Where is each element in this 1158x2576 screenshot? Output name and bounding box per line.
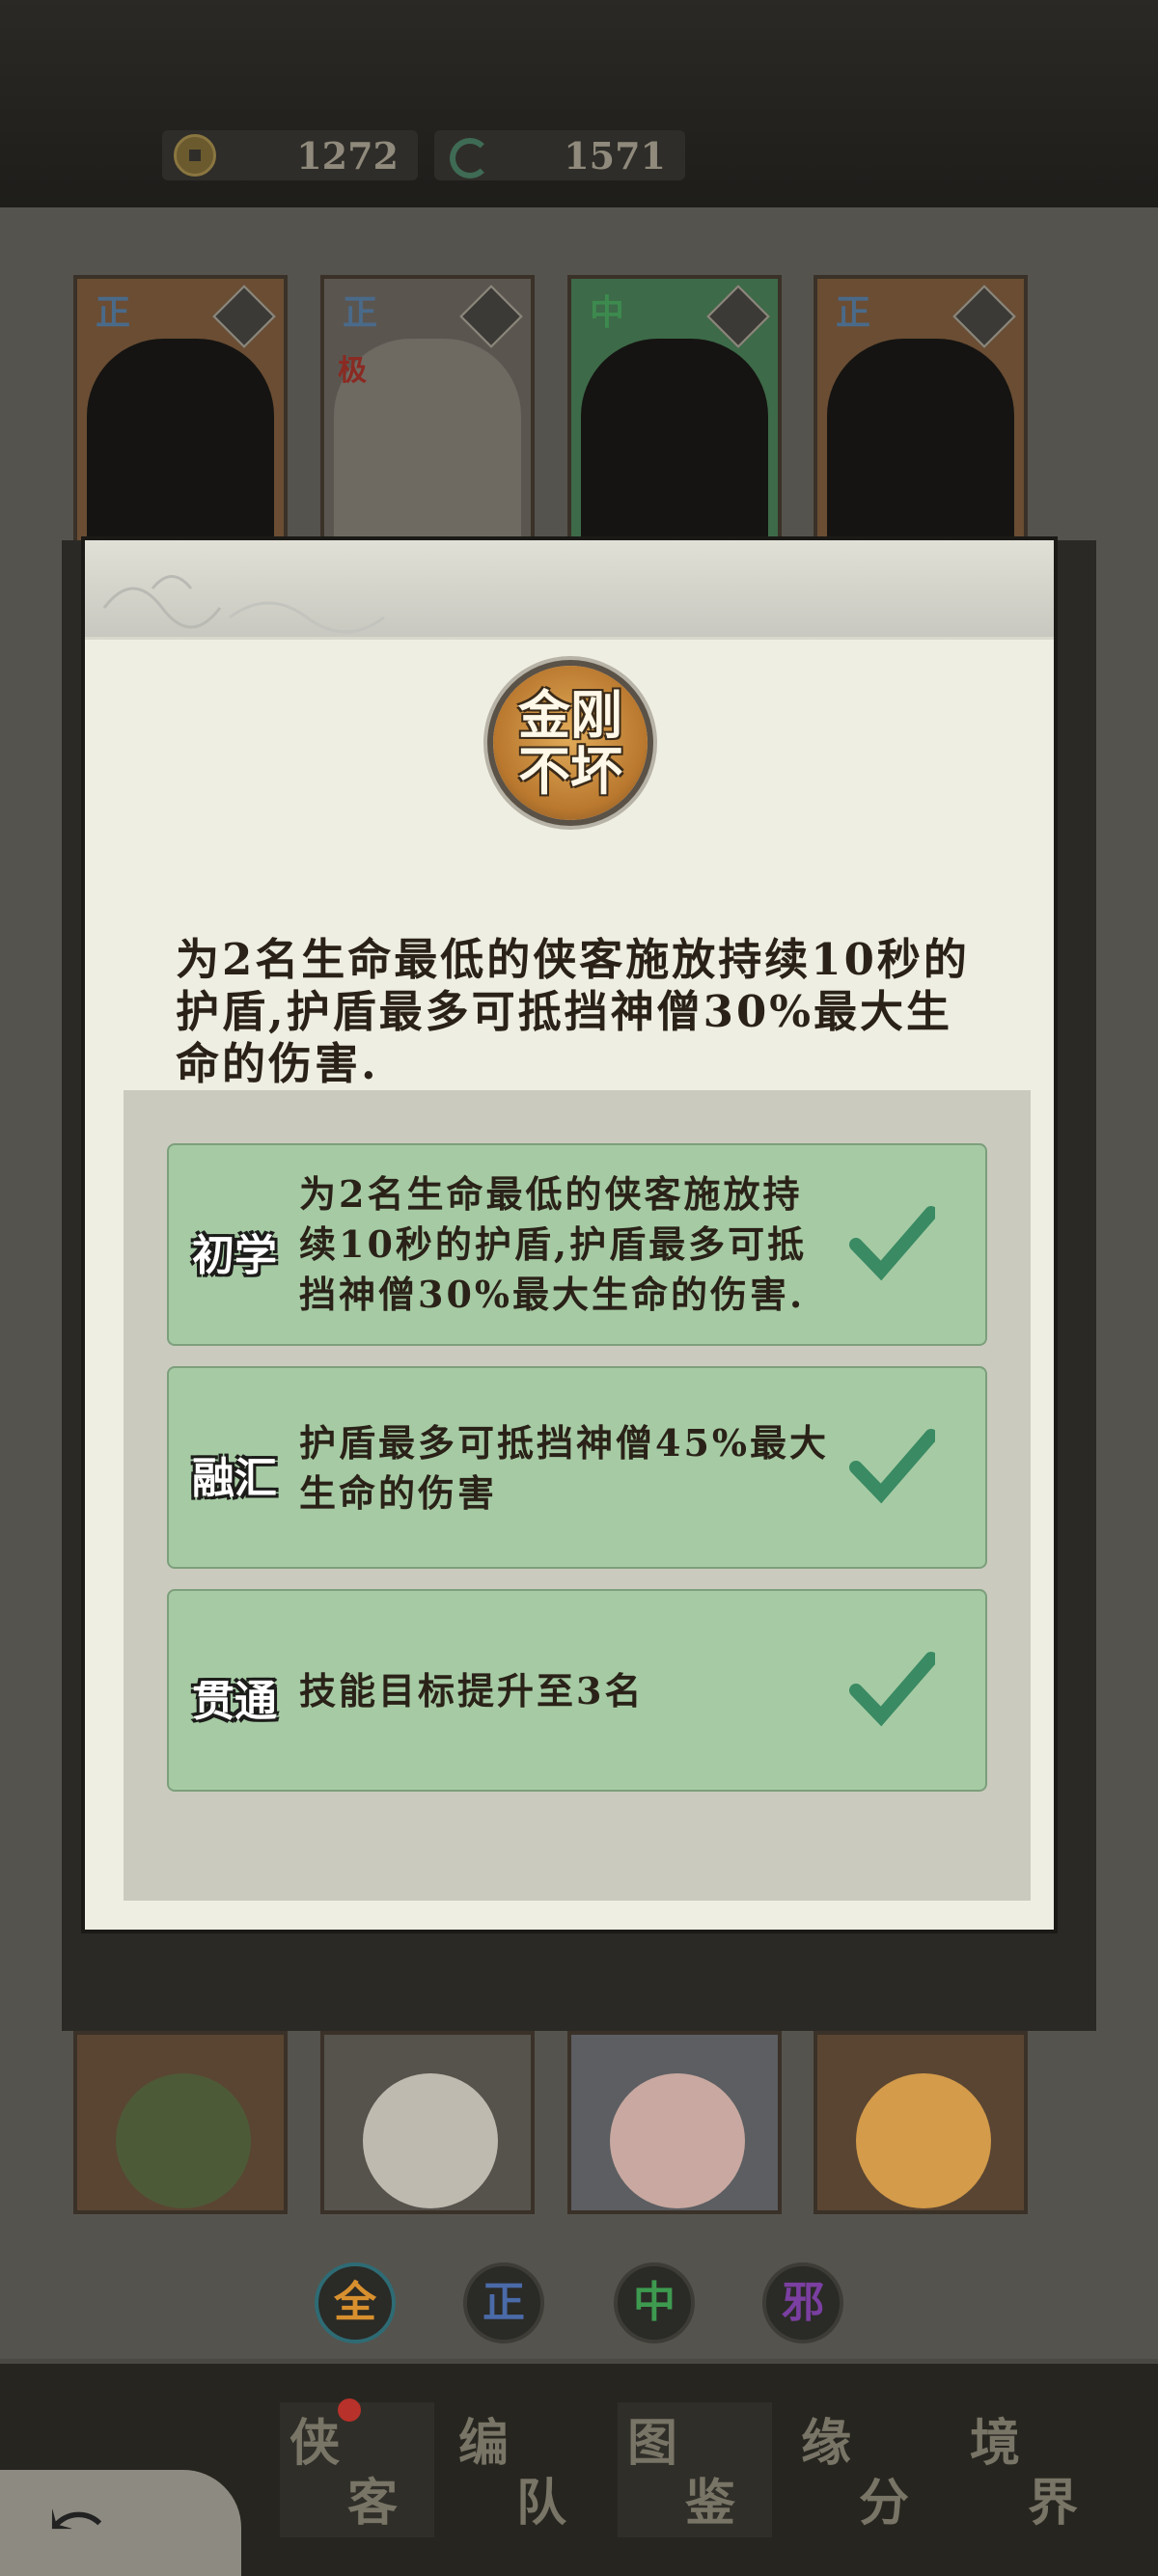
jade-counter: 1571: [434, 130, 685, 180]
rank-emblem-icon: [706, 285, 770, 348]
coin-icon: [174, 134, 216, 177]
hero-card[interactable]: [813, 2031, 1028, 2214]
skill-level-text: 为2名生命最低的侠客施放持续10秒的护盾,护盾最多可抵挡神僧30%最大生命的伤害…: [299, 1172, 808, 1316]
check-icon: [849, 1652, 935, 1727]
nav-label: 侠: [290, 2414, 341, 2473]
hero-portrait: [856, 2073, 991, 2208]
hero-card[interactable]: [567, 2031, 782, 2214]
rank-emblem-icon: [459, 285, 523, 348]
faction-tag: 正: [95, 292, 130, 333]
skill-level-name: 贯通: [192, 1677, 277, 1726]
top-bar: 1272 1571: [0, 0, 1158, 207]
hero-silhouette: [87, 339, 274, 561]
filter-evil-button[interactable]: 邪: [762, 2262, 843, 2343]
skill-levels-panel: 初学 为2名生命最低的侠客施放持续10秒的护盾,护盾最多可抵挡神僧30%最大生命…: [124, 1090, 1031, 1901]
jade-value: 1571: [564, 133, 666, 178]
hero-card[interactable]: [320, 2031, 535, 2214]
check-icon: [849, 1429, 935, 1504]
modal-header: [85, 540, 1054, 640]
nav-label: 编: [458, 2414, 510, 2473]
hero-card[interactable]: 正 极: [320, 275, 535, 564]
notification-dot-icon: [338, 2398, 361, 2422]
hero-card[interactable]: 正: [813, 275, 1028, 564]
filter-righteous-button[interactable]: 正: [463, 2262, 544, 2343]
rank-emblem-icon: [212, 285, 276, 348]
rank-emblem-icon: [952, 285, 1016, 348]
faction-tag: 正: [835, 292, 870, 333]
skill-level-row: 贯通 技能目标提升至3名: [167, 1589, 987, 1792]
hero-portrait: [363, 2073, 498, 2208]
skill-icon-line2: 不坏: [518, 740, 622, 802]
hero-silhouette: [827, 339, 1014, 561]
hero-card[interactable]: [73, 2031, 288, 2214]
skill-level-row: 融汇 护盾最多可抵挡神僧45%最大生命的伤害: [167, 1366, 987, 1569]
jade-icon: [446, 134, 490, 178]
hero-card[interactable]: 中: [567, 275, 782, 564]
rank-label: 极: [338, 354, 367, 388]
coin-counter: 1272: [162, 130, 418, 180]
skill-level-name: 融汇: [192, 1454, 277, 1503]
hero-silhouette: [581, 339, 768, 561]
nav-label: 界: [1028, 2474, 1079, 2533]
skill-icon-line1: 金刚: [518, 684, 622, 746]
nav-heroes[interactable]: 侠 客: [280, 2398, 434, 2537]
skill-level-text: 技能目标提升至3名: [299, 1669, 645, 1713]
filter-neutral-button[interactable]: 中: [614, 2262, 695, 2343]
skill-detail-modal: 金刚 不坏 为2名生命最低的侠客施放持续10秒的护盾,护盾最多可抵挡神僧30%最…: [81, 536, 1058, 1933]
wave-pattern-icon: [102, 575, 385, 634]
faction-filter-bar: 全 正 中 邪: [0, 2262, 1158, 2349]
nav-realm[interactable]: 境 界: [960, 2402, 1115, 2537]
nav-bond[interactable]: 缘 分: [791, 2402, 946, 2537]
hero-portrait: [610, 2073, 745, 2208]
skill-icon: 金刚 不坏: [493, 666, 648, 820]
nav-label: 图: [627, 2414, 678, 2473]
nav-label: 客: [347, 2474, 399, 2533]
nav-label: 队: [516, 2474, 567, 2533]
filter-all-button[interactable]: 全: [315, 2262, 396, 2343]
nav-label: 境: [970, 2414, 1021, 2473]
back-button[interactable]: ⤺: [0, 2470, 241, 2576]
nav-label: 鉴: [685, 2474, 736, 2533]
skill-level-text: 护盾最多可抵挡神僧45%最大生命的伤害: [299, 1421, 829, 1515]
nav-label: 缘: [801, 2414, 852, 2473]
nav-codex[interactable]: 图 鉴: [618, 2402, 772, 2537]
faction-tag: 中: [589, 292, 624, 333]
nav-team[interactable]: 编 队: [449, 2402, 603, 2537]
skill-description: 为2名生命最低的侠客施放持续10秒的护盾,护盾最多可抵挡神僧30%最大生命的伤害…: [176, 934, 970, 1089]
skill-level-name: 初学: [192, 1231, 277, 1280]
skill-level-row: 初学 为2名生命最低的侠客施放持续10秒的护盾,护盾最多可抵挡神僧30%最大生命…: [167, 1143, 987, 1346]
hero-card[interactable]: 正: [73, 275, 288, 564]
hero-portrait: [116, 2073, 251, 2208]
coin-value: 1272: [296, 133, 399, 178]
back-arrow-icon: ⤺: [48, 2480, 105, 2559]
nav-label: 分: [859, 2474, 910, 2533]
check-icon: [849, 1206, 935, 1281]
faction-tag: 正: [342, 292, 377, 333]
